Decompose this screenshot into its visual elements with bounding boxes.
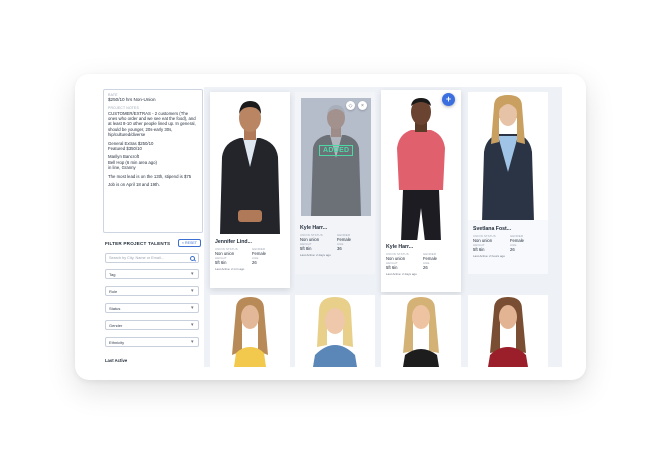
talent-card[interactable]: ADDED ◇ × Kyle Harr... Union status Non u…: [295, 92, 375, 274]
talent-photo: [468, 92, 548, 222]
height-value: 5ft 6in: [215, 260, 227, 265]
gender-select[interactable]: Gender: [105, 320, 199, 330]
added-badge: ADDED: [319, 145, 354, 156]
height-value: 5ft 6in: [386, 265, 398, 270]
talent-info: Jennifer Lind... Union status Non union G…: [210, 234, 290, 288]
search-input[interactable]: [109, 256, 189, 260]
talent-card[interactable]: [210, 295, 290, 367]
talent-name: Kyle Harr...: [300, 225, 328, 231]
talent-card[interactable]: [381, 295, 461, 367]
chevron-down-icon: [191, 272, 195, 276]
talent-photo: [210, 295, 290, 367]
last-active-text: Last Active: 2 days ago: [386, 272, 417, 276]
talent-card[interactable]: + Kyle Harr... Union status Non union Gen…: [381, 90, 461, 292]
age-value: 26: [252, 260, 257, 265]
age-value: 36: [337, 246, 342, 251]
chevron-down-icon: [191, 306, 195, 310]
role-select[interactable]: Role: [105, 286, 199, 296]
left-panel: Rate $250/10 hrs Non-Union Project notes…: [101, 87, 204, 367]
filter-title: FILTER PROJECT TALENTS: [105, 240, 171, 246]
tag-icon[interactable]: ◇: [346, 101, 355, 110]
talent-photo: [381, 295, 461, 367]
app-area: Rate $250/10 hrs Non-Union Project notes…: [101, 87, 562, 367]
age-value: 26: [510, 247, 515, 252]
last-active-text: Last Active: 2 min ago: [215, 267, 245, 271]
talent-info: Kyle Harr... Union status Non union Gende…: [381, 240, 461, 292]
talent-photo: [210, 92, 290, 234]
stage: Rate $250/10 hrs Non-Union Project notes…: [0, 0, 661, 456]
age-value: 26: [423, 265, 428, 270]
last-active-text: Last Active: 2 days ago: [300, 253, 331, 257]
select-label: Ethnicity: [109, 339, 125, 345]
status-select[interactable]: Status: [105, 303, 199, 313]
rate-value: $250/10 hrs Non-Union: [108, 97, 156, 102]
talent-card[interactable]: [295, 295, 375, 367]
filter-header: FILTER PROJECT TALENTS × RESET: [105, 237, 201, 249]
select-label: Gender: [109, 322, 123, 328]
add-talent-button[interactable]: +: [442, 93, 455, 106]
talent-photo: +: [381, 90, 461, 242]
select-label: Status: [109, 305, 121, 311]
search-box: [105, 253, 199, 263]
select-label: Role: [109, 288, 118, 294]
select-label: Tag: [109, 271, 116, 277]
last-active-text: Last Active: 2 hours ago: [473, 254, 506, 258]
chevron-down-icon: [191, 340, 195, 344]
talent-card[interactable]: Jennifer Lind... Union status Non union G…: [210, 92, 290, 288]
talent-info: Kyle Harr... Union status Non union Gende…: [295, 220, 375, 274]
talent-name: Jennifer Lind...: [215, 239, 252, 245]
talent-photo: ADDED ◇ ×: [301, 98, 371, 216]
talent-card[interactable]: [468, 295, 548, 367]
added-overlay: [301, 98, 371, 216]
window-frame: Rate $250/10 hrs Non-Union Project notes…: [75, 74, 586, 380]
notes-paragraph: CUSTOMER/EXTRAS - 2 customers (The ones …: [108, 110, 196, 138]
notes-paragraph: The most lead is on the 13th, stipend is…: [108, 173, 192, 179]
project-notes-box: Rate $250/10 hrs Non-Union Project notes…: [103, 89, 203, 233]
close-icon[interactable]: ×: [358, 101, 367, 110]
search-icon[interactable]: [190, 255, 195, 261]
talent-info: Svetlana Fost... Union status Non union G…: [468, 220, 548, 274]
talent-photo: [295, 295, 375, 367]
tag-select[interactable]: Tag: [105, 269, 199, 279]
chevron-down-icon: [191, 289, 195, 293]
talent-photo: [468, 295, 548, 367]
chevron-down-icon: [191, 323, 195, 327]
reset-button[interactable]: × RESET: [177, 239, 201, 247]
notes-paragraph: Job is on April 18 and 19th.: [108, 182, 160, 188]
ethnicity-select[interactable]: Ethnicity: [105, 337, 199, 347]
talent-name: Svetlana Fost...: [473, 226, 512, 232]
notes-paragraph: General Extras $250/10 Featured $350/10: [108, 140, 154, 152]
height-value: 5ft 8in: [300, 246, 312, 251]
project-notes-label: Project notes: [108, 105, 139, 110]
notes-paragraph: Marilyn Bancroft Bell Hop (6 min area ag…: [108, 154, 157, 171]
height-value: 5ft 6in: [473, 247, 485, 252]
talent-name: Kyle Harr...: [386, 244, 414, 250]
last-active-label: Last Active: [105, 358, 128, 363]
talent-card[interactable]: Svetlana Fost... Union status Non union G…: [468, 92, 548, 274]
